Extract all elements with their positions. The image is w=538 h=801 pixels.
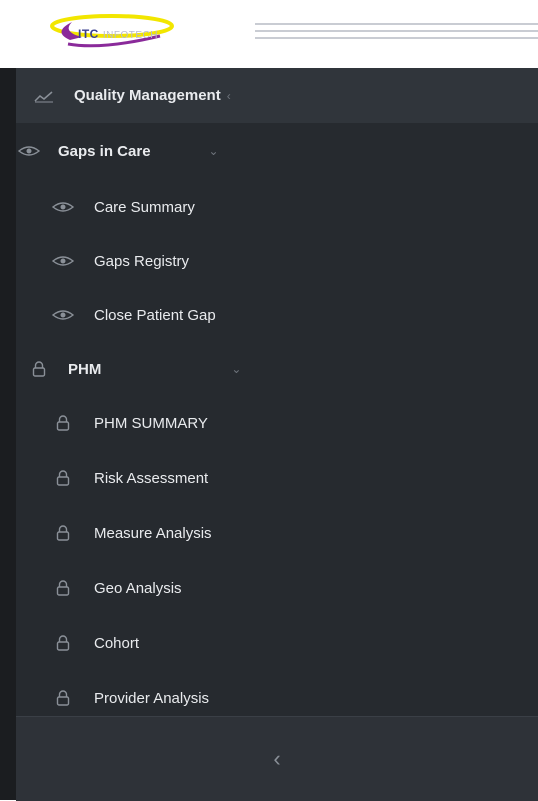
- sidebar-footer: ‹: [16, 716, 538, 801]
- eye-icon: [52, 201, 74, 213]
- chart-line-icon: [34, 89, 54, 103]
- sidebar-item-close-patient-gap[interactable]: Close Patient Gap: [16, 288, 538, 342]
- eye-icon: [18, 145, 40, 157]
- sidebar-item-label: Close Patient Gap: [94, 306, 216, 324]
- section-title: Quality Management: [74, 87, 221, 104]
- sidebar-item-label: Measure Analysis: [94, 524, 212, 542]
- chevron-left-icon: ‹: [226, 88, 231, 103]
- sidebar-group-phm[interactable]: PHM ⌄: [16, 342, 538, 396]
- logo-text: ITC: [78, 27, 99, 41]
- collapse-sidebar-button[interactable]: ‹: [257, 739, 297, 779]
- lock-icon: [56, 415, 70, 431]
- lock-icon: [32, 361, 46, 377]
- sidebar-item-label: PHM SUMMARY: [94, 414, 208, 432]
- sidebar-item-label: Geo Analysis: [94, 579, 182, 597]
- sidebar-item-measure-analysis[interactable]: Measure Analysis: [16, 506, 538, 560]
- sidebar: Quality Management ‹ Gaps in Care ⌄ Care…: [16, 68, 538, 801]
- lock-icon: [56, 525, 70, 541]
- sidebar-group-gaps-in-care[interactable]: Gaps in Care ⌄: [16, 124, 538, 178]
- sidebar-item-label: Risk Assessment: [94, 469, 209, 487]
- chevron-down-icon: ⌄: [208, 144, 219, 158]
- sidebar-item-geo-analysis[interactable]: Geo Analysis: [16, 561, 538, 615]
- lock-icon: [56, 470, 70, 486]
- sidebar-item-label: Care Summary: [94, 198, 195, 216]
- sidebar-item-label: Gaps Registry: [94, 252, 190, 270]
- eye-icon: [52, 255, 74, 267]
- itc-infotech-logo[interactable]: ITC INFOTECH: [42, 10, 212, 56]
- sidebar-item-label: Cohort: [94, 634, 140, 652]
- header-decorative-lines: [255, 23, 538, 47]
- sidebar-item-gaps-registry[interactable]: Gaps Registry: [16, 234, 538, 288]
- sidebar-item-label: Provider Analysis: [94, 689, 210, 707]
- sidebar-item-cohort[interactable]: Cohort: [16, 616, 538, 670]
- sidebar-item-care-summary[interactable]: Care Summary: [16, 180, 538, 234]
- lock-icon: [56, 635, 70, 651]
- lock-icon: [56, 690, 70, 706]
- sidebar-item-phm-summary[interactable]: PHM SUMMARY: [16, 396, 538, 450]
- sidebar-item-risk-assessment[interactable]: Risk Assessment: [16, 451, 538, 505]
- sidebar-group-label: PHM: [68, 360, 102, 378]
- sidebar-section-quality-management[interactable]: Quality Management ‹: [16, 68, 538, 123]
- lock-icon: [56, 580, 70, 596]
- logo-subtext: INFOTECH: [102, 30, 158, 41]
- chevron-down-icon: ⌄: [231, 362, 242, 376]
- app-header: ITC INFOTECH: [0, 0, 538, 68]
- sidebar-group-label: Gaps in Care: [58, 142, 151, 160]
- eye-icon: [52, 309, 74, 321]
